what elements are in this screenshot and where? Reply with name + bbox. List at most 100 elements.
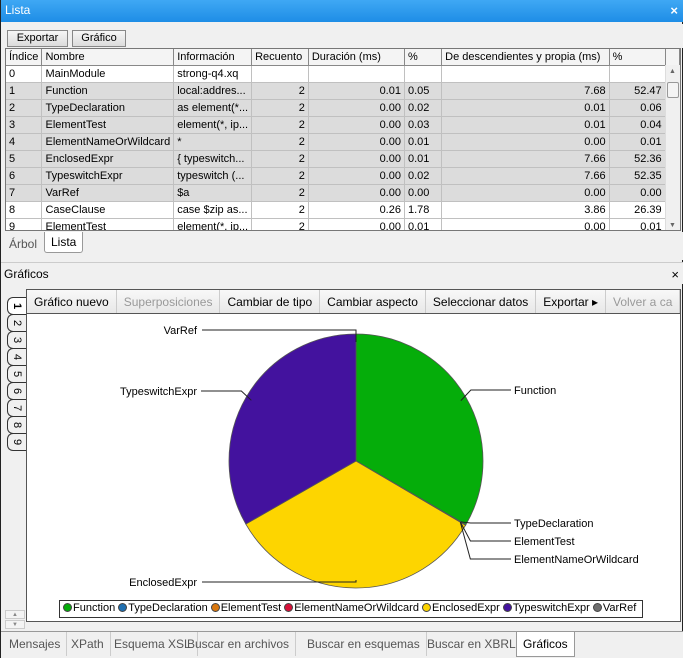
tab-lista[interactable]: Lista — [44, 232, 84, 253]
column-header[interactable]: % — [404, 49, 443, 66]
chart-tab-4[interactable]: 4 — [7, 348, 27, 366]
cell-count: 2 — [251, 133, 309, 151]
column-header[interactable]: Índice — [6, 49, 43, 66]
legend-swatch-icon — [210, 603, 220, 612]
bottom-tab[interactable]: Gráficos — [516, 632, 575, 657]
cell-count — [251, 65, 309, 83]
chart-tab-7[interactable]: 7 — [7, 399, 27, 417]
legend-item[interactable]: TypeDeclaration — [118, 602, 208, 614]
table-row[interactable]: 1 Function local:addres... 2 0.01 0.05 7.68 52.… — [6, 82, 680, 100]
cell-pct2: 0.01 — [609, 218, 666, 230]
cell-count: 2 — [251, 150, 309, 168]
chart-toolbar-item[interactable]: Exportar ▸ — [536, 290, 606, 313]
column-header[interactable]: Recuento — [251, 49, 309, 66]
export-button[interactable]: Exportar — [7, 30, 68, 47]
cell-pct: 0.01 — [404, 218, 443, 230]
window-title: Lista — [5, 3, 31, 17]
column-header[interactable]: % — [609, 49, 666, 66]
cell-info: local:addres... — [173, 82, 253, 100]
table-row[interactable]: 0 MainModule strong-q4.xq — [6, 65, 680, 83]
chart-toolbar-item[interactable]: Cambiar aspecto — [320, 290, 426, 313]
cell-pct2: 52.47 — [609, 82, 666, 100]
chart-area: Gráfico nuevo Superposiciones Cambiar de t… — [26, 289, 681, 622]
legend-item[interactable]: VarRef — [592, 602, 636, 614]
bottom-tab[interactable]: Buscar en esquemas — [301, 632, 427, 656]
cell-info: element(*, ip... — [173, 218, 253, 230]
chart-tab-label: 4 — [11, 353, 24, 361]
column-header[interactable]: Duración (ms) — [308, 49, 405, 66]
profile-list-table: Índice Nombre Información Recuento Duración … — [5, 48, 681, 231]
column-header[interactable]: Nombre — [41, 49, 175, 66]
chart-tab-5[interactable]: 5 — [7, 365, 27, 383]
cell-desc: 0.00 — [441, 133, 610, 151]
chart-tab-2[interactable]: 2 — [7, 314, 27, 332]
table-row[interactable]: 7 VarRef $a 2 0.00 0.00 0.00 0.00 — [6, 184, 680, 202]
tabs-scroll-up-icon[interactable]: ▲ — [5, 610, 25, 619]
table-row[interactable]: 9 ElementTest element(*, ip... 2 0.00 0.01 0.0… — [6, 218, 680, 230]
chart-toolbar-item[interactable]: Cambiar de tipo — [220, 290, 321, 313]
cell-idx: 1 — [6, 82, 43, 100]
cell-dur: 0.26 — [308, 201, 405, 219]
cell-desc: 0.01 — [441, 116, 610, 134]
table-vertical-scrollbar[interactable]: ▲ ▼ — [665, 65, 680, 230]
scrollbar-thumb[interactable] — [667, 82, 679, 98]
legend-label: Function — [73, 602, 116, 614]
close-icon[interactable]: × — [670, 3, 678, 18]
bottom-tabs: Mensajes XPath Esquema XSL Buscar en archiv… — [1, 631, 683, 658]
chart-toolbar: Gráfico nuevo Superposiciones Cambiar de t… — [27, 290, 680, 314]
legend-item[interactable]: ElementTest — [210, 602, 281, 614]
close-icon[interactable]: × — [671, 267, 679, 282]
cell-count: 2 — [251, 99, 309, 117]
tab-arbol[interactable]: Árbol — [3, 234, 43, 254]
list-toolbar: Exportar Gráfico — [1, 24, 683, 48]
column-header[interactable]: Información — [173, 49, 253, 66]
table-row[interactable]: 5 EnclosedExpr{ typeswitch... 2 0.00 0.01 7.6… — [6, 150, 680, 168]
leader-line — [201, 390, 252, 401]
bottom-tab[interactable]: Buscar en archivos — [181, 632, 297, 656]
cell-name: MainModule — [41, 65, 175, 83]
bottom-tab[interactable]: XPath — [65, 632, 111, 656]
legend-item[interactable]: EnclosedExpr — [421, 602, 500, 614]
chart-tab-1[interactable]: 1 — [7, 297, 27, 315]
scroll-up-icon[interactable]: ▲ — [669, 68, 676, 75]
chart-toolbar-item[interactable]: Gráfico nuevo — [27, 290, 117, 313]
chart-tab-3[interactable]: 3 — [7, 331, 27, 349]
cell-desc: 7.68 — [441, 82, 610, 100]
cell-info: strong-q4.xq — [173, 65, 253, 83]
chart-button[interactable]: Gráfico — [72, 30, 126, 47]
table-row[interactable]: 3 ElementTest element(*, ip... 2 0.00 0.03 0.0… — [6, 116, 680, 134]
scroll-down-icon[interactable]: ▼ — [669, 222, 676, 229]
legend-item[interactable]: TypeswitchExpr — [502, 602, 590, 614]
chart-toolbar-item[interactable]: Volver a ca — [606, 290, 680, 313]
bottom-tab[interactable]: Mensajes — [3, 632, 68, 656]
cell-count: 2 — [251, 201, 309, 219]
data-label: EnclosedExpr — [129, 577, 197, 589]
pie-chart: Function TypeDeclaration ElementTest Elemen… — [120, 325, 639, 589]
legend-item[interactable]: Function — [63, 602, 115, 614]
legend-item[interactable]: ElementNameOrWildcard — [284, 602, 419, 614]
tabs-scroll-down-icon[interactable]: ▼ — [5, 620, 25, 629]
cell-idx: 2 — [6, 99, 43, 117]
table-row[interactable]: 2 TypeDeclaration as element(*... 2 0.00 0.02… — [6, 99, 680, 117]
cell-name: VarRef — [41, 184, 175, 202]
cell-idx: 9 — [6, 218, 43, 230]
data-label: Function — [514, 385, 556, 397]
bottom-tab[interactable]: Buscar en XBRL — [421, 632, 523, 656]
cell-pct2: 52.36 — [609, 150, 666, 168]
cell-dur — [308, 65, 405, 83]
table-row[interactable]: 8 CaseClause case $zip as... 2 0.26 1.78 3.86 2… — [6, 201, 680, 219]
cell-info: $a — [173, 184, 253, 202]
chart-toolbar-item[interactable]: Superposiciones — [117, 290, 221, 313]
chart-tab-6[interactable]: 6 — [7, 382, 27, 400]
chart-toolbar-item[interactable]: Seleccionar datos — [426, 290, 537, 313]
chart-legend: Function TypeDeclaration ElementTest Elemen… — [59, 600, 644, 618]
column-header[interactable]: De descendientes y propia (ms) — [441, 49, 610, 66]
table-row[interactable]: 6 TypeswitchExpr typeswitch (... 2 0.00 0.02 7… — [6, 167, 680, 185]
cell-pct: 0.02 — [404, 167, 443, 185]
chart-tab-8[interactable]: 8 — [7, 416, 27, 434]
cell-pct: 0.03 — [404, 116, 443, 134]
cell-dur: 0.00 — [308, 99, 405, 117]
chart-tab-9[interactable]: 9 — [7, 433, 27, 451]
table-row[interactable]: 4 ElementNameOrWildcard * 2 0.00 0.01 0.00 0.01 — [6, 133, 680, 151]
cell-pct2: 26.39 — [609, 201, 666, 219]
